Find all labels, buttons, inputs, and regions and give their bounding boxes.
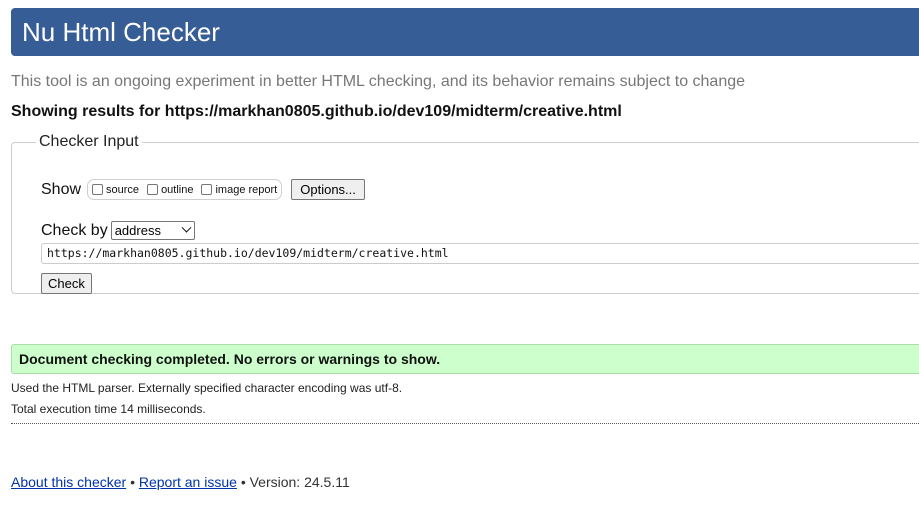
show-row: Show source outline image report Options… [41, 179, 365, 200]
dotted-divider [11, 423, 919, 424]
show-outline-option[interactable]: outline [145, 184, 193, 196]
page: Nu Html Checker This tool is an ongoing … [0, 0, 919, 518]
outline-checkbox-label: outline [161, 183, 194, 196]
show-source-option[interactable]: source [90, 184, 139, 196]
check-by-select[interactable]: address [110, 221, 195, 240]
source-checkbox-label: source [106, 183, 140, 196]
url-input[interactable]: https://markhan0805.github.io/dev109/mid… [41, 243, 919, 264]
checker-input-fieldset: Checker Input Show source outline image … [11, 133, 919, 294]
parser-info: Used the HTML parser. Externally specifi… [11, 381, 403, 395]
image-report-checkbox-label: image report [215, 183, 278, 196]
source-checkbox[interactable] [92, 184, 104, 195]
show-image-report-option[interactable]: image report [199, 184, 277, 196]
show-label: Show [41, 180, 82, 198]
results-for-heading: Showing results for https://markhan0805.… [11, 103, 622, 120]
report-issue-link[interactable]: Report an issue [139, 474, 237, 490]
check-by-label: Check by [41, 221, 108, 239]
page-title: Nu Html Checker [22, 17, 220, 47]
header-bar: Nu Html Checker [11, 8, 919, 56]
check-button[interactable]: Check [41, 273, 92, 294]
success-message: Document checking completed. No errors o… [11, 344, 919, 374]
outline-checkbox[interactable] [147, 184, 159, 195]
tagline: This tool is an ongoing experiment in be… [11, 73, 746, 90]
chevron-down-icon [181, 222, 192, 233]
checker-input-legend: Checker Input [39, 133, 139, 150]
show-options-group: source outline image report [87, 179, 283, 200]
options-button[interactable]: Options... [291, 179, 365, 200]
check-by-row: Check by address [41, 221, 195, 240]
footer-separator-2: • [240, 474, 246, 490]
footer: About this checker • Report an issue • V… [11, 474, 350, 490]
check-by-select-value: address [114, 223, 161, 238]
footer-separator-1: • [130, 474, 135, 490]
execution-time: Total execution time 14 milliseconds. [11, 402, 206, 416]
about-checker-link[interactable]: About this checker [11, 474, 126, 490]
version-text: Version: 24.5.11 [249, 474, 350, 490]
image-report-checkbox[interactable] [201, 184, 213, 195]
